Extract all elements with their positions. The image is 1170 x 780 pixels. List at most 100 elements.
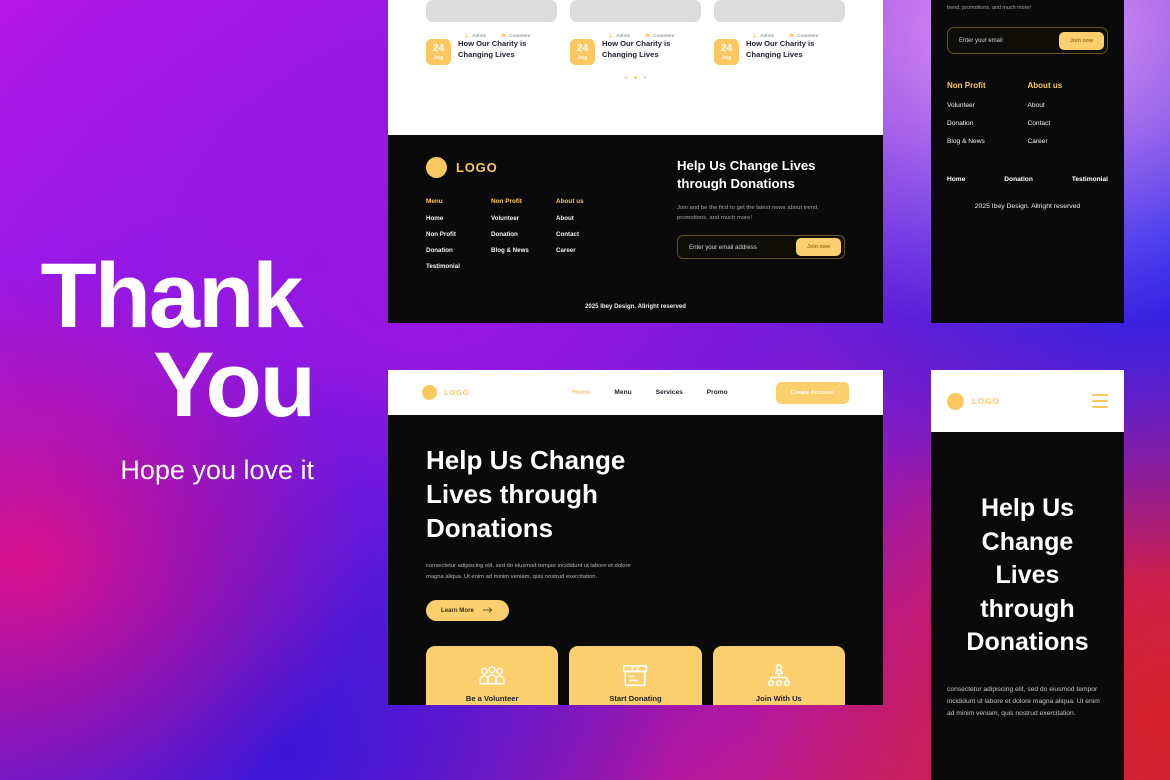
- feature-card-volunteer[interactable]: Be a Volunteer consectetur adipiscing el…: [426, 645, 559, 705]
- blog-comment-label: Comment: [797, 33, 819, 38]
- blog-date-badge: 24 Aug: [714, 39, 739, 65]
- blog-card-body: 24 Aug How Our Charity is Changing Lives: [426, 39, 557, 65]
- footer-nav-link[interactable]: Donation: [1004, 176, 1033, 183]
- footer-nav-link[interactable]: Home: [947, 176, 965, 183]
- learn-more-button[interactable]: Learn More: [426, 599, 509, 621]
- footer-mobile-nav: Home Donation Testimonial: [947, 176, 1108, 183]
- footer-link[interactable]: Donation: [426, 247, 491, 254]
- thank-you-line-2: You: [153, 333, 316, 436]
- user-icon: [752, 33, 757, 38]
- nav-link-services[interactable]: Services: [656, 389, 683, 396]
- blog-author-meta: Admin: [752, 33, 774, 38]
- blog-comment-label: Comment: [509, 33, 531, 38]
- footer-mobile-column-about: About us About Contact Career: [1028, 81, 1109, 156]
- mobile-hero-heading: Help Us Change Lives through Donations: [966, 494, 1089, 656]
- blog-date-month: Aug: [577, 54, 588, 61]
- newsletter-join-button-mobile[interactable]: Join now: [1059, 31, 1104, 50]
- nav-link-home[interactable]: Home: [572, 389, 590, 396]
- hero-mobile-mockup: LOGO Help Us Change Lives through Donati…: [931, 370, 1124, 780]
- newsletter-join-button[interactable]: Join now: [796, 238, 841, 257]
- footer-cta-desc: Join and be the first to get the latest …: [677, 205, 819, 222]
- feature-card-join[interactable]: Join With Us consectetur adipiscing elit…: [712, 645, 845, 705]
- footer-column-about: About us About Contact Career: [556, 198, 621, 279]
- carousel-dot-active[interactable]: [633, 76, 638, 80]
- blog-date-day: 24: [576, 42, 589, 55]
- blog-card-title: How Our Charity is Changing Lives: [746, 39, 815, 59]
- mobile-logo[interactable]: LOGO: [947, 392, 1000, 410]
- network-group-icon: [726, 662, 832, 690]
- comment-icon: [645, 33, 650, 38]
- footer-copyright: 2025 Ibey Design. Allright reserved: [584, 303, 687, 310]
- newsletter-form: Enter your email address Join now: [677, 235, 845, 260]
- mobile-navbar: LOGO: [931, 370, 1124, 432]
- footer-link[interactable]: Blog & News: [491, 247, 556, 254]
- footer-logo[interactable]: LOGO: [426, 157, 665, 178]
- navbar-logo[interactable]: LOGO: [422, 385, 470, 400]
- nav-link-promo[interactable]: Promo: [707, 389, 728, 396]
- blog-card[interactable]: Admin Comment 24 Aug How Our Charity is …: [426, 0, 557, 65]
- blog-date-day: 24: [720, 42, 733, 55]
- footer-link[interactable]: Volunteer: [491, 215, 556, 222]
- footer-link[interactable]: About: [556, 215, 621, 222]
- blog-card[interactable]: Admin Comment 24 Aug How Our Charity is …: [570, 0, 701, 65]
- blog-comment-meta: Comment: [789, 33, 818, 38]
- footer-desktop-mockup: LOGO Menu Home Non Profit Donation Testi…: [388, 135, 883, 323]
- comment-icon: [501, 33, 506, 38]
- blog-author-meta: Admin: [464, 33, 486, 38]
- footer-column-heading: Menu: [426, 198, 443, 205]
- volunteers-icon: [439, 662, 545, 690]
- closing-subtitle: Hope you love it: [120, 454, 314, 485]
- footer-link[interactable]: Non Profit: [426, 231, 491, 238]
- footer-link[interactable]: Testimonial: [426, 263, 491, 270]
- blog-thumbnail: [570, 0, 701, 22]
- footer-nav-link[interactable]: Testimonial: [1072, 176, 1108, 183]
- thank-you-line-1: Thank: [40, 245, 304, 348]
- footer-link[interactable]: Volunteer: [947, 102, 1028, 109]
- carousel-dot[interactable]: [643, 76, 647, 80]
- blog-comment-meta: Comment: [501, 33, 530, 38]
- nav-link-menu[interactable]: Menu: [614, 389, 631, 396]
- create-account-button[interactable]: Create Account: [775, 381, 849, 404]
- footer-mobile-column-nonprofit: Non Profit Volunteer Donation Blog & New…: [947, 81, 1028, 156]
- footer-newsletter-block: Help Us Change Lives through Donations J…: [665, 157, 845, 279]
- footer-column-heading: About us: [556, 198, 584, 205]
- blog-comment-meta: Comment: [645, 33, 674, 38]
- newsletter-form-mobile: Enter your email Join now: [947, 27, 1108, 55]
- blog-date-badge: 24 Aug: [426, 39, 451, 65]
- footer-link[interactable]: Contact: [556, 231, 621, 238]
- footer-link[interactable]: Blog & News: [947, 138, 1028, 145]
- blog-section-mockup: Admin Comment 24 Aug How Our Charity is …: [388, 0, 883, 135]
- footer-link[interactable]: Career: [556, 247, 621, 254]
- footer-link[interactable]: Home: [426, 215, 491, 222]
- learn-more-label: Learn More: [441, 606, 474, 614]
- footer-link[interactable]: Donation: [491, 231, 556, 238]
- mobile-logo-label: LOGO: [972, 396, 1000, 406]
- blog-card[interactable]: Admin Comment 24 Aug How Our Charity is …: [714, 0, 845, 65]
- newsletter-email-input-mobile[interactable]: Enter your email: [959, 38, 1059, 44]
- footer-mobile-mockup: trend, promotions, and much more! Enter …: [931, 0, 1124, 323]
- mobile-hero-paragraph: consectetur adipiscing elit, sed do eius…: [947, 685, 1100, 717]
- footer-link[interactable]: Contact: [1028, 120, 1109, 127]
- footer-column-nonprofit: Non Profit Volunteer Donation Blog & New…: [491, 198, 556, 279]
- user-icon: [464, 33, 469, 38]
- feature-card-title: Start Donating: [609, 693, 662, 703]
- hero-paragraph: consectetur adipiscing elit, sed do eius…: [426, 563, 631, 581]
- footer-mobile-columns: Non Profit Volunteer Donation Blog & New…: [947, 81, 1108, 156]
- feature-card-title: Be a Volunteer: [465, 693, 519, 703]
- blog-thumbnail: [426, 0, 557, 22]
- carousel-dots: [388, 76, 883, 80]
- logo-mark-icon: [426, 157, 447, 178]
- blog-date-month: Aug: [721, 54, 732, 61]
- hero-navbar-mockup: LOGO Home Menu Services Promo Create Acc…: [388, 370, 883, 415]
- footer-link[interactable]: Career: [1028, 138, 1109, 145]
- footer-link[interactable]: Donation: [947, 120, 1028, 127]
- hamburger-menu-icon[interactable]: [1092, 393, 1108, 409]
- carousel-dot[interactable]: [624, 76, 628, 80]
- blog-author-label: Admin: [472, 33, 487, 38]
- newsletter-email-input[interactable]: Enter your email address: [689, 244, 796, 251]
- feature-card-row: Be a Volunteer consectetur adipiscing el…: [388, 645, 883, 705]
- feature-card-donating[interactable]: Start Donating consectetur adipiscing el…: [569, 645, 702, 705]
- blog-card-title: How Our Charity is Changing Lives: [602, 39, 671, 59]
- footer-link[interactable]: About: [1028, 102, 1109, 109]
- footer-mobile-copyright: 2025 Ibey Design. Allright reserved: [974, 203, 1081, 211]
